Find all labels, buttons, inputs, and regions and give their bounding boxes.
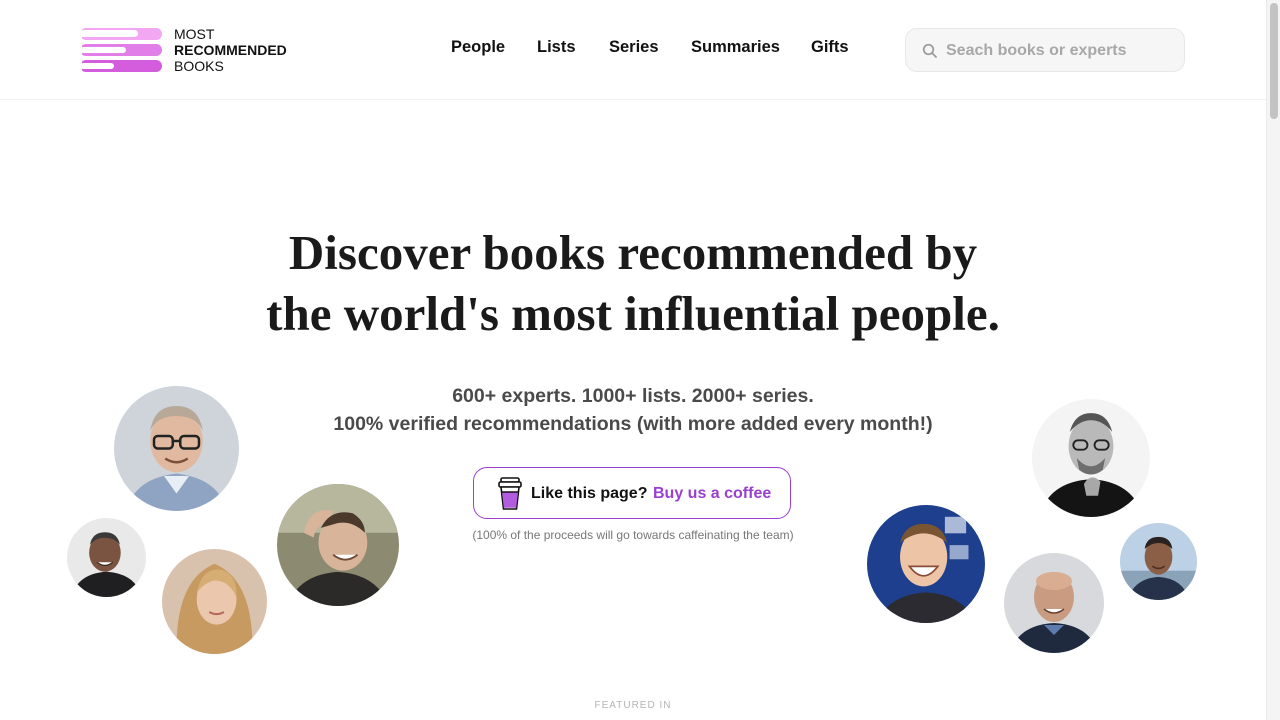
nav-summaries[interactable]: Summaries xyxy=(691,38,780,57)
hero-headline: Discover books recommended by the world'… xyxy=(0,222,1266,344)
logo-line-recommended: RECOMMENDED xyxy=(174,42,287,58)
avatar-expert-2[interactable] xyxy=(67,518,146,597)
site-logo[interactable]: MOST RECOMMENDED BOOKS xyxy=(80,18,295,78)
portrait-image xyxy=(277,484,399,606)
coffee-cup-icon xyxy=(498,477,522,510)
portrait-image xyxy=(867,505,985,623)
hero-headline-line1: Discover books recommended by xyxy=(288,225,978,280)
avatar-expert-8[interactable] xyxy=(1120,523,1197,600)
logo-line-books: BOOKS xyxy=(174,58,224,74)
scrollbar-thumb[interactable] xyxy=(1270,3,1278,119)
coffee-prompt: Like this page? xyxy=(531,485,648,502)
portrait-image xyxy=(162,549,267,654)
buy-coffee-button[interactable]: Like this page? Buy us a coffee xyxy=(473,467,791,519)
portrait-image xyxy=(1004,553,1104,653)
logo-text: MOST RECOMMENDED BOOKS xyxy=(174,26,287,74)
search-box[interactable] xyxy=(905,28,1185,72)
nav-series[interactable]: Series xyxy=(609,38,659,57)
search-icon xyxy=(922,43,937,58)
portrait-image xyxy=(114,386,239,511)
buy-coffee-link[interactable]: Buy us a coffee xyxy=(653,485,771,503)
avatar-expert-7[interactable] xyxy=(1004,553,1104,653)
hero-headline-line2: the world's most influential people. xyxy=(266,286,1000,341)
avatar-expert-3[interactable] xyxy=(162,549,267,654)
avatar-expert-5[interactable] xyxy=(1032,399,1150,517)
page-scrollbar[interactable] xyxy=(1266,0,1280,720)
coffee-note: (100% of the proceeds will go towards ca… xyxy=(472,528,794,542)
avatar-expert-1[interactable] xyxy=(114,386,239,511)
nav-gifts[interactable]: Gifts xyxy=(811,38,849,57)
avatar-expert-4[interactable] xyxy=(277,484,399,606)
logo-books-icon xyxy=(80,28,162,74)
portrait-image xyxy=(67,518,146,597)
portrait-image xyxy=(1120,523,1197,600)
site-header: MOST RECOMMENDED BOOKS People Lists Seri… xyxy=(0,0,1266,100)
nav-people[interactable]: People xyxy=(451,38,505,57)
avatar-expert-6[interactable] xyxy=(867,505,985,623)
featured-in-label: FEATURED IN xyxy=(594,700,672,711)
logo-line-most: MOST xyxy=(174,26,215,42)
portrait-image xyxy=(1032,399,1150,517)
search-input[interactable] xyxy=(946,39,1174,63)
nav-lists[interactable]: Lists xyxy=(537,38,576,57)
